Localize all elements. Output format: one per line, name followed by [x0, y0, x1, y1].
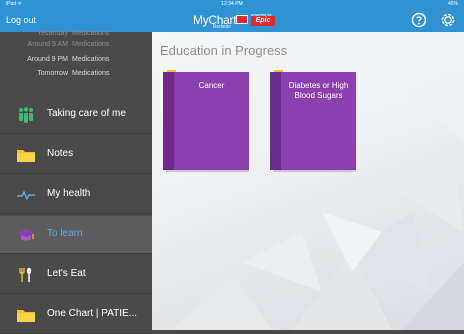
sidebar-item-notes[interactable]: Notes [0, 136, 152, 174]
schedule-time: Tomorrow [37, 70, 68, 77]
sidebar-item-one-chart[interactable]: One Chart | PATIE... [0, 296, 152, 334]
mychart-logo: MyChart Bedside powered by Epic [193, 10, 285, 30]
flag-icon [236, 15, 248, 24]
education-book-diabetes[interactable]: Diabetes or High Blood Sugars [270, 70, 356, 172]
logout-button[interactable]: Log out [6, 14, 36, 26]
logo-sub: Bedside [213, 24, 232, 30]
epic-logo: Epic [251, 16, 275, 26]
folder-icon [17, 310, 35, 322]
sidebar-item-lets-eat[interactable]: Let's Eat [0, 256, 152, 294]
folder-icon [17, 150, 35, 162]
clock: 12:34 PM [221, 1, 243, 7]
care-team-icon [19, 107, 33, 123]
status-bar: iPad ᯤ 12:34 PM 46% [0, 0, 464, 8]
schedule-time: Around 9 AM [27, 41, 68, 48]
sidebar: Yesterday Medications Around 9 AM Medica… [0, 30, 152, 334]
book-spine [270, 72, 281, 170]
help-icon[interactable] [411, 12, 427, 28]
sidebar-item-label: One Chart | PATIE... [47, 308, 138, 319]
schedule-time: Yesterday [37, 30, 68, 37]
settings-icon[interactable] [440, 12, 456, 28]
schedule-label: Medications [72, 30, 110, 37]
schedule-label: Medications [72, 56, 110, 63]
sidebar-item-label: To learn [47, 228, 83, 239]
sidebar-item-label: My health [47, 188, 91, 199]
book-pages [273, 170, 356, 172]
sidebar-item-label: Let's Eat [47, 268, 86, 279]
main-content: Education in Progress Cancer Diabetes or… [152, 32, 464, 330]
book-title: Diabetes or High Blood Sugars [288, 81, 349, 100]
education-book-cancer[interactable]: Cancer [163, 70, 249, 172]
utensils-icon [19, 267, 32, 282]
schedule-row[interactable]: Tomorrow Medications [0, 68, 152, 79]
schedule-row[interactable]: Around 9 PM Medications [0, 54, 152, 65]
schedule-time: Around 9 PM [27, 56, 68, 63]
sidebar-item-label: Taking care of me [47, 108, 126, 119]
sidebar-item-to-learn[interactable]: To learn [0, 216, 152, 254]
pulse-icon [17, 190, 35, 201]
sidebar-item-taking-care-of-me[interactable]: Taking care of me [0, 96, 152, 134]
schedule-label: Medications [72, 41, 110, 48]
schedule-label: Medications [72, 70, 110, 77]
powered-by-epic: powered by Epic [251, 12, 277, 26]
sidebar-item-label: Notes [47, 148, 74, 159]
page-title: Education in Progress [160, 43, 288, 58]
battery-level: 46% [447, 1, 458, 7]
sidebar-item-my-health[interactable]: My health [0, 176, 152, 214]
book-pages [166, 170, 249, 172]
graduation-cap-icon [17, 229, 35, 241]
schedule-row[interactable]: Yesterday Medications [0, 28, 152, 39]
book-title: Cancer [198, 81, 225, 90]
schedule-row[interactable]: Around 9 AM Medications [0, 39, 152, 50]
book-spine [163, 72, 174, 170]
